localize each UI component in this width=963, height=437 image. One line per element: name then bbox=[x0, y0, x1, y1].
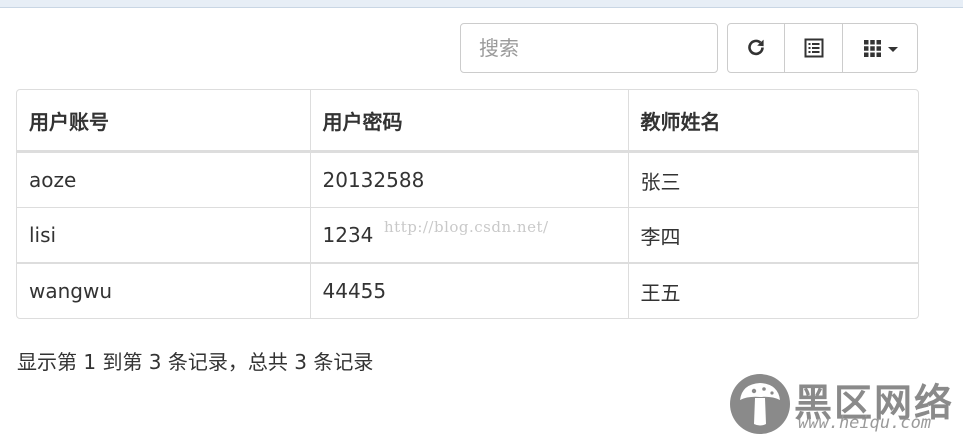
cell-teacher-name: 李四 bbox=[627, 207, 918, 263]
cell-account: aoze bbox=[29, 168, 77, 192]
data-table-container: 用户账号 用户密码 教师姓名 aoze 20132588 张三 lisi 123… bbox=[16, 89, 919, 319]
refresh-icon bbox=[748, 39, 764, 56]
toolbar-button-group bbox=[727, 23, 918, 73]
search-input[interactable] bbox=[460, 23, 718, 73]
column-header-account[interactable]: 用户账号 bbox=[17, 90, 310, 153]
pagination-info: 显示第 1 到第 3 条记录，总共 3 条记录 bbox=[17, 350, 374, 374]
toggle-view-button[interactable] bbox=[784, 23, 843, 73]
cell-account: wangwu bbox=[17, 262, 310, 318]
cell-password: 44455 bbox=[309, 262, 628, 318]
list-toggle-icon bbox=[804, 38, 823, 58]
url-watermark: http://blog.csdn.net/ bbox=[384, 218, 549, 236]
mushroom-logo-icon bbox=[730, 374, 790, 434]
refresh-button[interactable] bbox=[727, 23, 785, 73]
column-header-password[interactable]: 用户密码 bbox=[309, 90, 628, 153]
cell-account: lisi bbox=[17, 207, 310, 263]
data-table: 用户账号 用户密码 教师姓名 aoze 20132588 张三 lisi 123… bbox=[17, 90, 918, 318]
cell-teacher-name: 王五 bbox=[627, 262, 918, 318]
columns-grid-icon bbox=[863, 39, 881, 57]
cell-password: 20132588 bbox=[309, 151, 628, 208]
column-header-teacher-name[interactable]: 教师姓名 bbox=[627, 90, 918, 153]
columns-dropdown-button[interactable] bbox=[842, 23, 918, 73]
cell-teacher-name: 张三 bbox=[627, 151, 918, 208]
table-header-row: 用户账号 用户密码 教师姓名 bbox=[17, 90, 918, 153]
top-strip bbox=[0, 0, 963, 8]
table-row[interactable]: aoze 20132588 张三 bbox=[17, 151, 918, 208]
logo-url: www.heiqu.com bbox=[798, 413, 932, 433]
site-logo: 黑区网络 www.heiqu.com bbox=[728, 372, 963, 437]
caret-down-icon bbox=[887, 46, 898, 52]
table-row[interactable]: wangwu 44455 王五 bbox=[17, 262, 918, 318]
